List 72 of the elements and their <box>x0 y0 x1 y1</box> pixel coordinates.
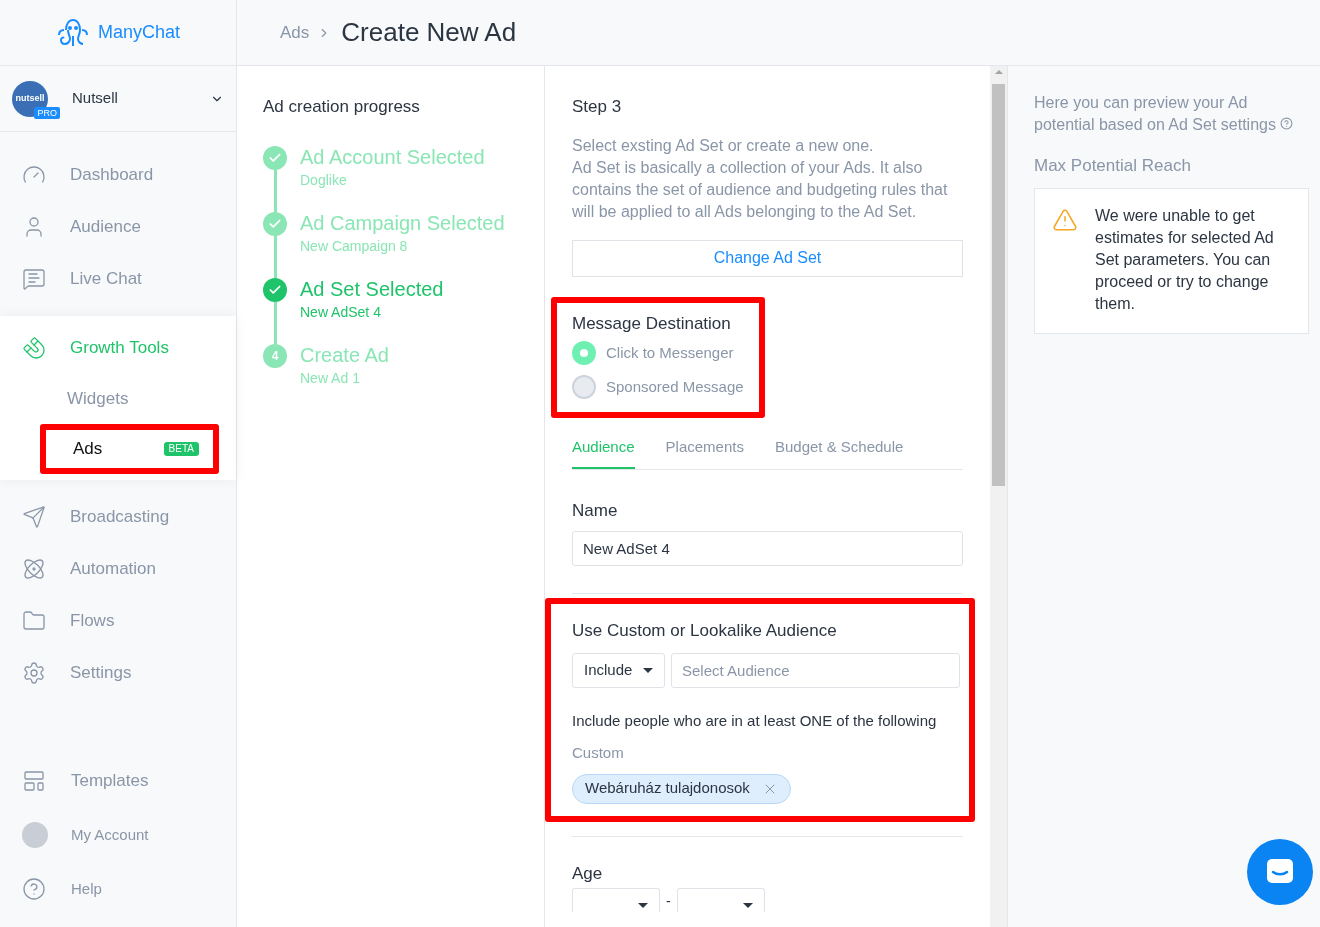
magnet-icon <box>22 336 46 360</box>
radio-button[interactable] <box>572 375 596 399</box>
tab[interactable]: Budget & Schedule <box>774 436 904 469</box>
preview-intro: Here you can preview your Ad potential based on Ad Set settings <box>1034 92 1306 136</box>
group-label: Custom <box>572 743 625 763</box>
step-subtitle: New AdSet 4 <box>300 302 382 322</box>
nav-item[interactable]: Templates <box>0 754 236 808</box>
include-dropdown[interactable]: Include <box>572 652 665 688</box>
age-min-dropdown[interactable] <box>572 888 660 912</box>
section-title: Message Destination <box>572 312 732 335</box>
rule-text: Include people who are in at least ONE of the following <box>572 710 938 731</box>
caret-icon <box>643 667 653 673</box>
tab[interactable]: Placements <box>665 436 744 469</box>
step-subtitle: New Ad 1 <box>300 368 361 388</box>
breadcrumb-link[interactable]: Ads <box>280 19 310 46</box>
name-input-field[interactable]: New AdSet 4 <box>572 531 963 566</box>
reach-title: Max Potential Reach <box>1034 155 1192 177</box>
nav-item[interactable]: Help <box>0 862 236 916</box>
audience-tag: Webáruház tulajdonosok <box>572 773 791 804</box>
settings-icon <box>22 661 46 685</box>
step-check-icon <box>263 277 287 302</box>
field-label: Age <box>572 862 604 885</box>
nav-item[interactable]: Broadcasting <box>0 491 236 543</box>
nav-item[interactable]: Flows <box>0 595 236 647</box>
tab[interactable]: Audience <box>572 436 635 469</box>
caret-icon <box>742 903 753 908</box>
page-title: Create New Ad <box>341 16 517 49</box>
template-icon <box>22 769 46 793</box>
warning-text: We were unable to get estimates for selected Ad Set parameters. You can proceed or try to change them. <box>1095 205 1275 314</box>
scrollbar[interactable] <box>990 66 1007 927</box>
section-title: Use Custom or Lookalike Audience <box>572 620 838 642</box>
step-intro: Select exsting Ad Set or create a new one. <box>572 135 875 156</box>
app-logo-text: ManyChat <box>97 21 180 44</box>
nav-item[interactable]: Dashboard <box>0 149 236 201</box>
step-subtitle: New Campaign 8 <box>300 236 409 256</box>
avatar-placeholder <box>22 822 48 848</box>
subnav-item[interactable]: Widgets <box>40 374 219 424</box>
chat-icon <box>22 267 46 291</box>
step-subtitle: Doglike <box>300 170 348 190</box>
step-title: Ad Account Selected <box>300 144 485 170</box>
step-description: Ad Set is basically a collection of your Ads. It also contains the set of audience and budgeting rules that will be applied to all Ads belonging to the Ad Set. <box>572 157 949 222</box>
subnav-item[interactable]: Ads BETA <box>40 424 219 474</box>
audience-input-field[interactable]: Select Audience <box>671 652 960 688</box>
range-separator: - <box>666 892 671 911</box>
beta-badge: BETA <box>163 442 199 456</box>
atom-icon <box>22 557 46 581</box>
nav-item[interactable]: Audience <box>0 201 236 253</box>
nav-item[interactable]: Automation <box>0 543 236 595</box>
nav-item[interactable]: Live Chat <box>0 253 236 305</box>
field-label: Name <box>572 499 619 522</box>
account-name: Nutsell <box>72 88 119 109</box>
step-heading: Step 3 <box>572 96 623 118</box>
age-max-dropdown[interactable] <box>676 888 765 912</box>
account-switcher[interactable]: nutsell PRO Nutsell <box>0 66 236 132</box>
progress-title: Ad creation progress <box>263 96 421 118</box>
plan-badge: PRO <box>34 106 60 119</box>
nav-item[interactable]: Growth Tools <box>0 322 236 374</box>
radio-option[interactable]: Click to Messenger <box>572 336 744 370</box>
step-title: Ad Campaign Selected <box>300 210 505 236</box>
step-title: Ad Set Selected <box>300 276 444 302</box>
change-ad-set-button[interactable]: Change Ad Set <box>572 239 963 277</box>
help-icon <box>22 877 46 901</box>
nav-item[interactable]: My Account <box>0 808 236 862</box>
radio-option[interactable]: Sponsored Message <box>572 370 744 404</box>
step-number: 4 <box>263 343 287 368</box>
radio-button[interactable] <box>572 341 596 365</box>
help-icon[interactable] <box>1280 117 1294 130</box>
caret-icon <box>638 903 648 908</box>
nav-item[interactable]: Settings <box>0 647 236 699</box>
folder-icon <box>22 609 46 633</box>
send-icon <box>22 505 46 529</box>
step-title: Create Ad <box>300 342 389 368</box>
